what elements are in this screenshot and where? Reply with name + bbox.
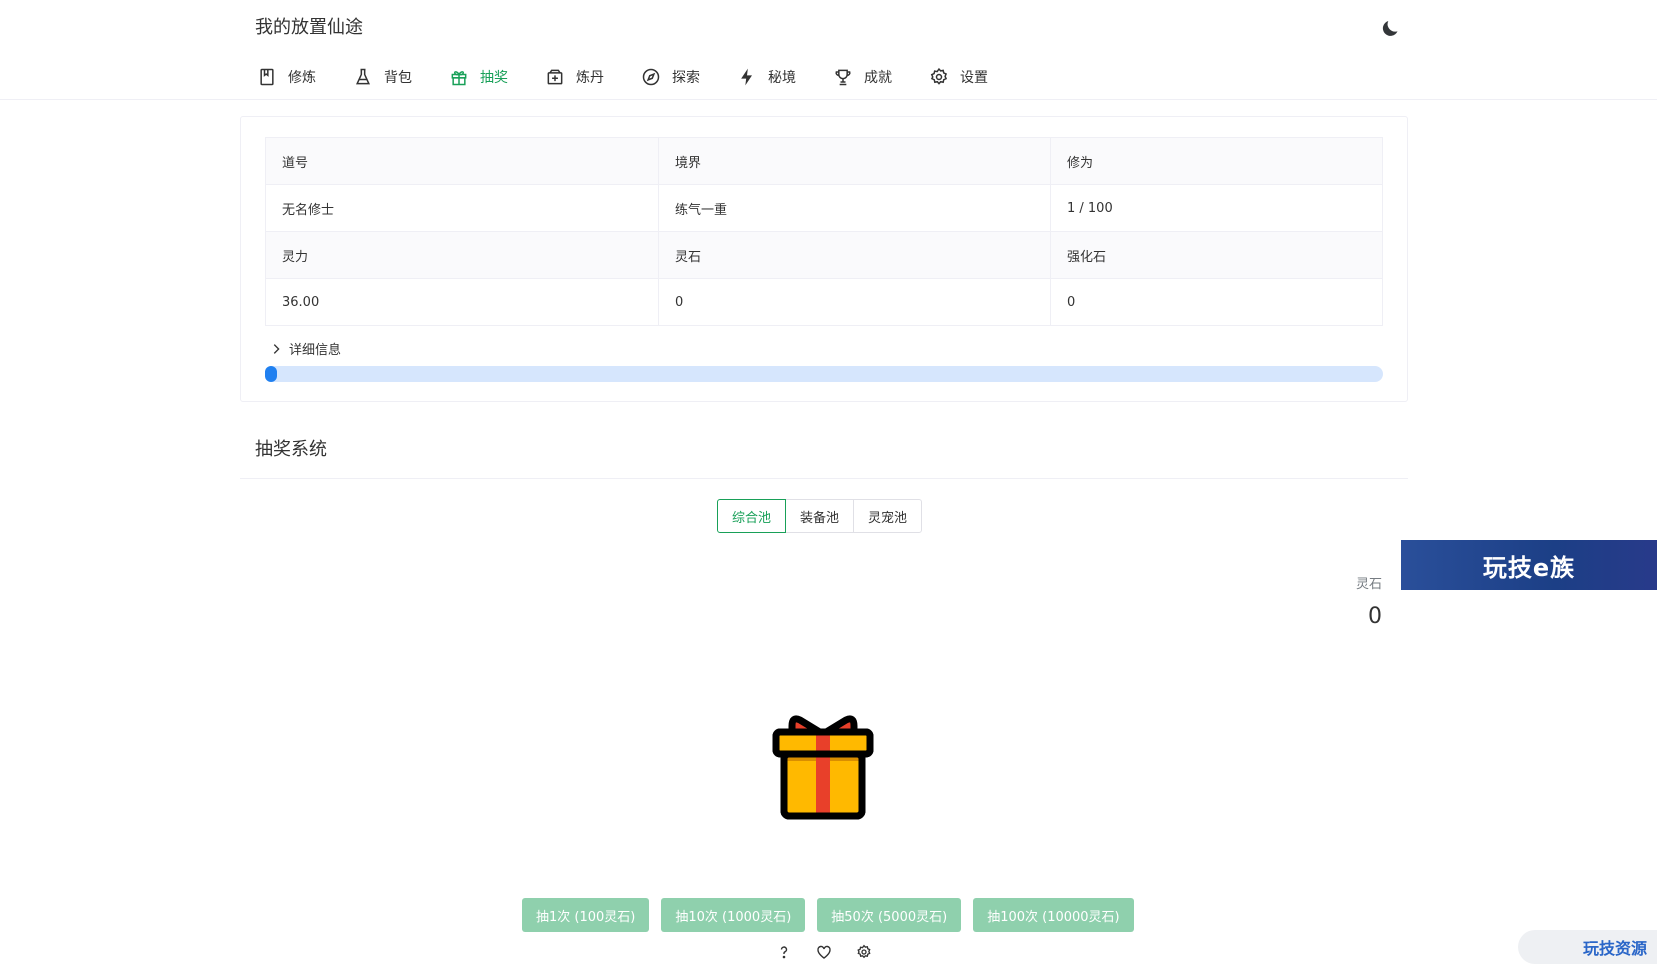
- nav-label: 成就: [864, 70, 892, 86]
- stat-value-cultivation: 1 / 100: [1050, 184, 1383, 232]
- watermark-corner-badge: 玩技资源: [1518, 930, 1657, 964]
- stat-label-cultivation: 修为: [1050, 137, 1383, 185]
- stat-label-reinforce-stone: 强化石: [1050, 231, 1383, 279]
- app-header: 我的放置仙途 修炼 背包 抽奖 炼丹 探索 秘境 成就 设置: [0, 0, 1657, 100]
- nav-label: 背包: [384, 70, 412, 86]
- tab-pet-pool[interactable]: 灵宠池: [853, 499, 923, 533]
- table-row: 无名修士 练气一重 1 / 100: [265, 184, 1383, 232]
- flask-icon: [352, 66, 374, 88]
- nav-item-settings[interactable]: 设置: [928, 60, 988, 94]
- stat-label-spirit-stone: 灵石: [658, 231, 1051, 279]
- help-icon[interactable]: [774, 942, 794, 962]
- details-collapse-toggle[interactable]: 详细信息: [269, 339, 341, 358]
- nav-label: 炼丹: [576, 70, 604, 86]
- heart-icon[interactable]: [814, 942, 834, 962]
- stat-value-spirit-power: 36.00: [265, 278, 659, 326]
- app-title: 我的放置仙途: [255, 17, 363, 38]
- table-row: 36.00 0 0: [265, 278, 1383, 326]
- stat-value-reinforce-stone: 0: [1050, 278, 1383, 326]
- draw-100-button[interactable]: 抽100次 (10000灵石): [973, 898, 1134, 932]
- nav-item-lottery[interactable]: 抽奖: [448, 60, 508, 94]
- table-row: 道号 境界 修为: [265, 137, 1383, 185]
- spirit-stone-label: 灵石: [1355, 577, 1382, 592]
- moon-icon: [1382, 21, 1398, 36]
- tab-general-pool[interactable]: 综合池: [717, 499, 787, 533]
- stat-label-realm: 境界: [658, 137, 1051, 185]
- nav-label: 设置: [960, 70, 988, 86]
- lottery-section-title: 抽奖系统: [255, 439, 327, 460]
- nav-label: 探索: [672, 70, 700, 86]
- tab-equipment-pool[interactable]: 装备池: [785, 499, 855, 533]
- nav-label: 修炼: [288, 70, 316, 86]
- nav-item-secret-realm[interactable]: 秘境: [736, 60, 796, 94]
- main-nav: 修炼 背包 抽奖 炼丹 探索 秘境 成就 设置: [256, 60, 1024, 94]
- nav-item-achievements[interactable]: 成就: [832, 60, 892, 94]
- gift-box-icon: [772, 715, 874, 820]
- spirit-stone-value: 0: [1368, 604, 1382, 629]
- compass-icon: [640, 66, 662, 88]
- lottery-footer-icons: [774, 942, 894, 962]
- gear-icon: [928, 66, 950, 88]
- trophy-icon: [832, 66, 854, 88]
- stat-label-name: 道号: [265, 137, 659, 185]
- stat-label-spirit-power: 灵力: [265, 231, 659, 279]
- nav-item-cultivate[interactable]: 修炼: [256, 60, 316, 94]
- book-icon: [256, 66, 278, 88]
- stat-value-spirit-stone: 0: [658, 278, 1051, 326]
- nav-item-bag[interactable]: 背包: [352, 60, 412, 94]
- stat-value-name: 无名修士: [265, 184, 659, 232]
- settings-icon[interactable]: [854, 942, 874, 962]
- nav-label: 秘境: [768, 70, 796, 86]
- cultivation-progress-bar: [265, 366, 1383, 382]
- spirit-stone-stat: 灵石 0: [1356, 573, 1382, 629]
- draw-1-button[interactable]: 抽1次 (100灵石): [522, 898, 650, 932]
- pool-tabs: 综合池 装备池 灵宠池: [717, 499, 923, 533]
- nav-item-alchemy[interactable]: 炼丹: [544, 60, 604, 94]
- section-divider: [240, 478, 1408, 479]
- draw-buttons: 抽1次 (100灵石) 抽10次 (1000灵石) 抽50次 (5000灵石) …: [522, 898, 1146, 932]
- player-stats-table: 道号 境界 修为 无名修士 练气一重 1 / 100 灵力 灵石 强化石 36.…: [265, 137, 1383, 326]
- table-row: 灵力 灵石 强化石: [265, 231, 1383, 279]
- player-stats-card: 道号 境界 修为 无名修士 练气一重 1 / 100 灵力 灵石 强化石 36.…: [240, 116, 1408, 402]
- lightning-icon: [736, 66, 758, 88]
- theme-toggle-button[interactable]: [1379, 16, 1403, 40]
- draw-10-button[interactable]: 抽10次 (1000灵石): [661, 898, 806, 932]
- nav-item-explore[interactable]: 探索: [640, 60, 700, 94]
- details-label: 详细信息: [289, 343, 342, 358]
- gift-icon: [448, 66, 470, 88]
- chevron-right-icon: [273, 343, 280, 354]
- stat-value-realm: 练气一重: [658, 184, 1051, 232]
- watermark-banner: 玩技e族: [1401, 540, 1657, 590]
- nav-label: 抽奖: [480, 70, 508, 86]
- medicine-box-icon: [544, 66, 566, 88]
- draw-50-button[interactable]: 抽50次 (5000灵石): [817, 898, 962, 932]
- cultivation-progress-fill: [265, 366, 277, 382]
